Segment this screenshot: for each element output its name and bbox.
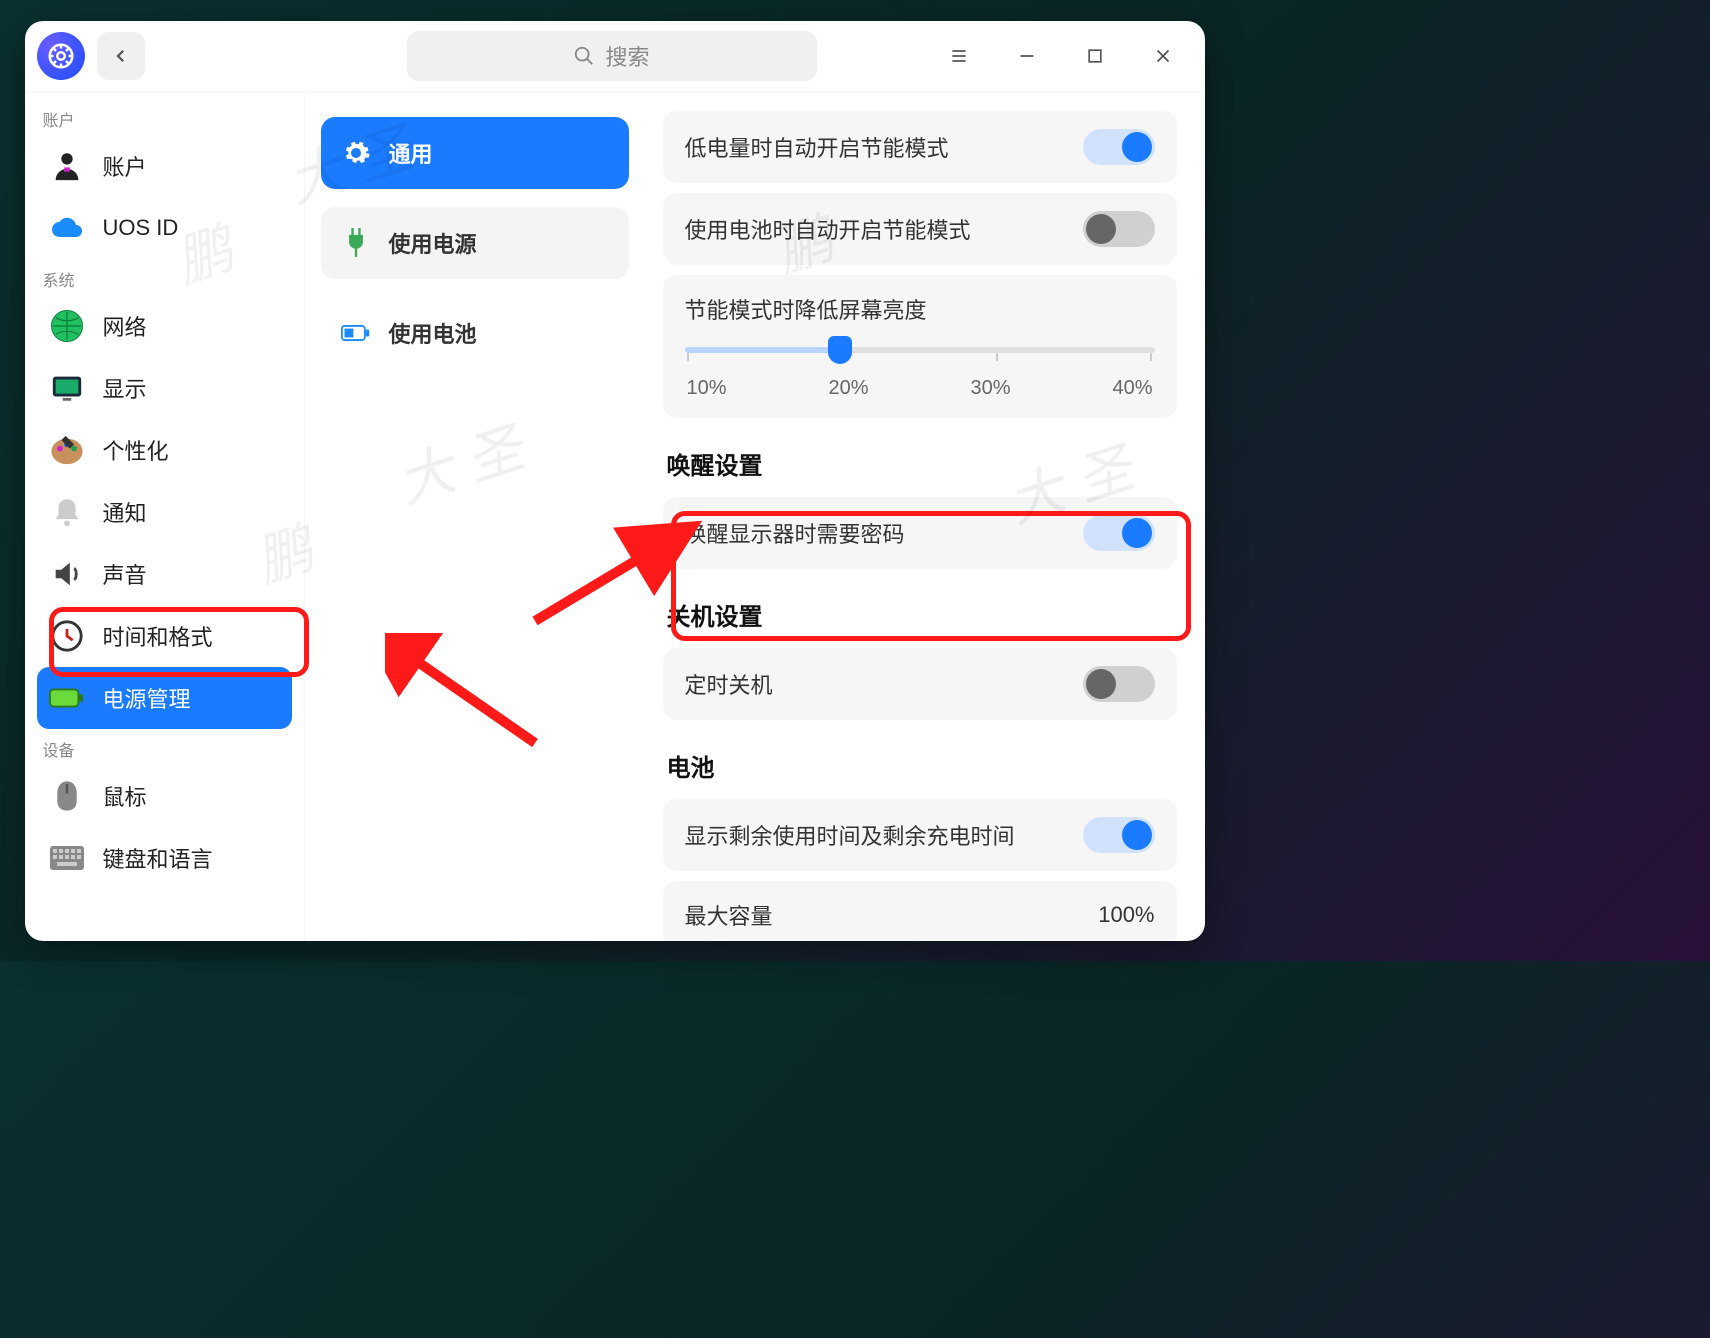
- toggle-show-remain[interactable]: [1083, 817, 1155, 853]
- tick-label: 20%: [828, 377, 868, 400]
- subnav-label: 使用电源: [389, 227, 477, 259]
- sidebar-group-device: 设备: [37, 729, 292, 765]
- mouse-icon: [49, 778, 85, 814]
- subnav: 通用 使用电源 使用电池: [305, 93, 645, 941]
- user-icon: [49, 148, 85, 184]
- sidebar-item-label: 键盘和语言: [103, 842, 213, 874]
- speaker-icon: [49, 556, 85, 592]
- row-scheduled-shutdown: 定时关机: [663, 648, 1177, 720]
- app-icon: [37, 32, 85, 80]
- toggle-low-battery-eco[interactable]: [1083, 129, 1155, 165]
- row-label: 节能模式时降低屏幕亮度: [685, 293, 1155, 325]
- row-brightness: 节能模式时降低屏幕亮度 10% 20% 30% 40%: [663, 275, 1177, 418]
- close-button[interactable]: [1151, 44, 1175, 68]
- sidebar-item-label: 鼠标: [103, 780, 147, 812]
- row-label: 低电量时自动开启节能模式: [685, 131, 949, 163]
- sidebar-item-label: 个性化: [103, 434, 169, 466]
- subnav-general[interactable]: 通用: [321, 117, 629, 189]
- sidebar-item-account[interactable]: 账户: [37, 135, 292, 197]
- battery-icon: [49, 680, 85, 716]
- row-label: 定时关机: [685, 668, 773, 700]
- clock-icon: [49, 618, 85, 654]
- plug-icon: [341, 228, 371, 258]
- network-icon: [49, 308, 85, 344]
- gear-icon: [341, 138, 371, 168]
- menu-icon[interactable]: [947, 44, 971, 68]
- sidebar-item-label: 网络: [103, 310, 147, 342]
- sidebar: 账户 账户 UOS ID 系统 网络: [25, 93, 305, 941]
- sidebar-item-label: UOS ID: [103, 215, 179, 241]
- subnav-on-battery[interactable]: 使用电池: [321, 297, 629, 369]
- sidebar-item-label: 账户: [103, 150, 147, 182]
- keyboard-icon: [49, 840, 85, 876]
- sidebar-item-uosid[interactable]: UOS ID: [37, 197, 292, 259]
- section-shutdown: 关机设置: [663, 579, 1177, 638]
- subnav-label: 通用: [389, 137, 433, 169]
- palette-icon: [49, 432, 85, 468]
- display-icon: [49, 370, 85, 406]
- back-button[interactable]: [97, 32, 145, 80]
- tick-label: 10%: [687, 377, 727, 400]
- row-low-battery-eco: 低电量时自动开启节能模式: [663, 111, 1177, 183]
- sidebar-item-keyboard[interactable]: 键盘和语言: [37, 827, 292, 889]
- row-max-capacity: 最大容量 100%: [663, 881, 1177, 941]
- search-placeholder: 搜索: [605, 40, 649, 72]
- row-show-remain: 显示剩余使用时间及剩余充电时间: [663, 799, 1177, 871]
- sidebar-item-display[interactable]: 显示: [37, 357, 292, 419]
- max-capacity-value: 100%: [1098, 902, 1154, 928]
- row-label: 最大容量: [685, 899, 773, 931]
- sidebar-item-label: 电源管理: [103, 682, 191, 714]
- sidebar-item-time[interactable]: 时间和格式: [37, 605, 292, 667]
- tick-label: 40%: [1112, 377, 1152, 400]
- sidebar-item-network[interactable]: 网络: [37, 295, 292, 357]
- sidebar-item-label: 通知: [103, 496, 147, 528]
- sidebar-item-notify[interactable]: 通知: [37, 481, 292, 543]
- search-input[interactable]: 搜索: [407, 31, 817, 81]
- brightness-slider[interactable]: [685, 347, 1155, 353]
- battery-icon: [341, 318, 371, 348]
- sidebar-item-label: 声音: [103, 558, 147, 590]
- sidebar-item-sound[interactable]: 声音: [37, 543, 292, 605]
- bell-icon: [49, 494, 85, 530]
- cloud-icon: [49, 210, 85, 246]
- sidebar-item-personalize[interactable]: 个性化: [37, 419, 292, 481]
- sidebar-item-label: 时间和格式: [103, 620, 213, 652]
- toggle-wake-password[interactable]: [1083, 515, 1155, 551]
- minimize-button[interactable]: [1015, 44, 1039, 68]
- sidebar-group-system: 系统: [37, 259, 292, 295]
- content-pane: 低电量时自动开启节能模式 使用电池时自动开启节能模式 节能模式时降低屏幕亮度 1…: [645, 93, 1205, 941]
- row-wake-password: 唤醒显示器时需要密码: [663, 497, 1177, 569]
- row-label: 使用电池时自动开启节能模式: [685, 213, 971, 245]
- section-battery: 电池: [663, 730, 1177, 789]
- sidebar-item-mouse[interactable]: 鼠标: [37, 765, 292, 827]
- section-wake: 唤醒设置: [663, 428, 1177, 487]
- maximize-button[interactable]: [1083, 44, 1107, 68]
- slider-thumb[interactable]: [828, 336, 852, 364]
- row-label: 显示剩余使用时间及剩余充电时间: [685, 819, 1015, 851]
- sidebar-group-account: 账户: [37, 99, 292, 135]
- subnav-label: 使用电池: [389, 317, 477, 349]
- sidebar-item-label: 显示: [103, 372, 147, 404]
- toggle-scheduled-shutdown[interactable]: [1083, 666, 1155, 702]
- subnav-on-power[interactable]: 使用电源: [321, 207, 629, 279]
- toggle-on-battery-eco[interactable]: [1083, 211, 1155, 247]
- row-label: 唤醒显示器时需要密码: [685, 517, 905, 549]
- sidebar-item-power[interactable]: 电源管理: [37, 667, 292, 729]
- row-on-battery-eco: 使用电池时自动开启节能模式: [663, 193, 1177, 265]
- tick-label: 30%: [970, 377, 1010, 400]
